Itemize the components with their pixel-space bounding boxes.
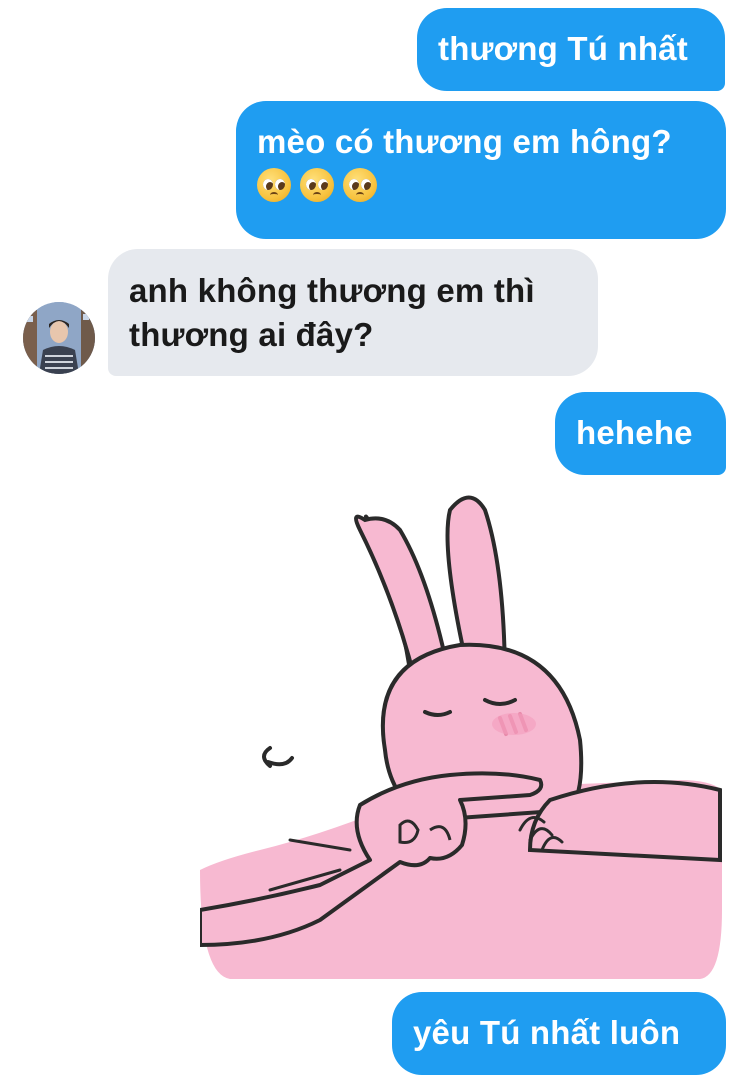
pleading-face-emoji-icon <box>257 168 291 202</box>
emoji-row <box>257 168 726 202</box>
pink-rabbit-shy-icon <box>198 495 722 979</box>
message-text-line: thương ai đây? <box>129 316 374 353</box>
message-text-line: anh không thương em thì <box>129 272 535 309</box>
avatar-photo-icon <box>23 302 95 374</box>
pleading-face-emoji-icon <box>300 168 334 202</box>
message-text: thương Tú nhất <box>438 30 688 67</box>
message-text: mèo có thương em hông? <box>257 123 672 160</box>
outgoing-message-bubble[interactable]: hehehe <box>555 392 726 475</box>
outgoing-message-bubble[interactable]: mèo có thương em hông? <box>236 101 726 239</box>
message-text: yêu Tú nhất luôn <box>413 1014 681 1051</box>
pleading-face-emoji-icon <box>343 168 377 202</box>
outgoing-message-bubble[interactable]: thương Tú nhất <box>417 8 725 91</box>
message-text: hehehe <box>576 414 693 451</box>
contact-avatar[interactable] <box>23 302 95 374</box>
pink-rabbit-sticker[interactable] <box>198 490 725 985</box>
incoming-message-bubble[interactable]: anh không thương em thì thương ai đây? <box>108 249 598 376</box>
outgoing-message-bubble[interactable]: yêu Tú nhất luôn <box>392 992 726 1075</box>
